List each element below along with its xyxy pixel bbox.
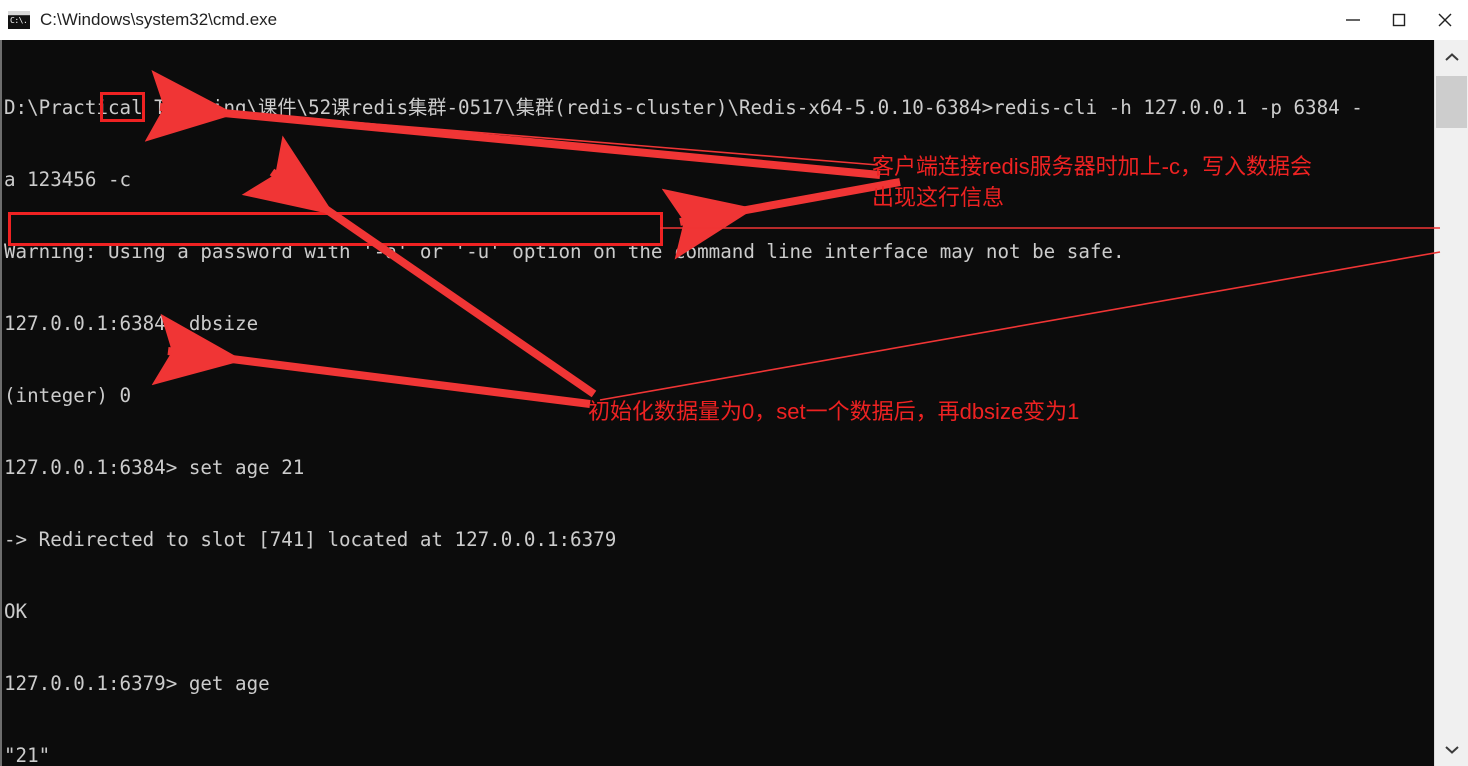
- cmd-icon-prompt-text: C:\.: [10, 16, 28, 25]
- scroll-down-arrow-icon[interactable]: [1435, 732, 1468, 766]
- terminal-line: "21": [4, 744, 51, 766]
- maximize-button[interactable]: [1376, 0, 1422, 40]
- minimize-button[interactable]: [1330, 0, 1376, 40]
- terminal-line: a 123456 -c: [4, 168, 132, 191]
- terminal-output: D:\Practical Training\课件\52课redis集群-0517…: [4, 48, 1434, 766]
- title-bar: C:\. C:\Windows\system32\cmd.exe: [0, 0, 1468, 41]
- terminal-line: Warning: Using a password with '-a' or '…: [4, 240, 1125, 263]
- terminal-line: 127.0.0.1:6379> get age: [4, 672, 270, 695]
- terminal-line: 127.0.0.1:6384> dbsize: [4, 312, 259, 335]
- cmd-window: C:\. C:\Windows\system32\cmd.exe D:\Prac…: [0, 0, 1468, 766]
- vertical-scrollbar[interactable]: [1434, 40, 1468, 766]
- console-area[interactable]: D:\Practical Training\课件\52课redis集群-0517…: [0, 40, 1468, 766]
- terminal-line: D:\Practical Training\课件\52课redis集群-0517…: [4, 96, 1363, 119]
- window-title: C:\Windows\system32\cmd.exe: [40, 10, 278, 29]
- scrollbar-thumb[interactable]: [1436, 76, 1467, 128]
- terminal-line: -> Redirected to slot [741] located at 1…: [4, 528, 617, 551]
- scroll-up-arrow-icon[interactable]: [1435, 40, 1468, 74]
- cmd-console-icon: C:\.: [8, 11, 30, 29]
- terminal-line: (integer) 0: [4, 384, 132, 407]
- console-text-surface[interactable]: D:\Practical Training\课件\52课redis集群-0517…: [0, 40, 1434, 766]
- terminal-line: OK: [4, 600, 28, 623]
- close-button[interactable]: [1422, 0, 1468, 40]
- terminal-line: 127.0.0.1:6384> set age 21: [4, 456, 305, 479]
